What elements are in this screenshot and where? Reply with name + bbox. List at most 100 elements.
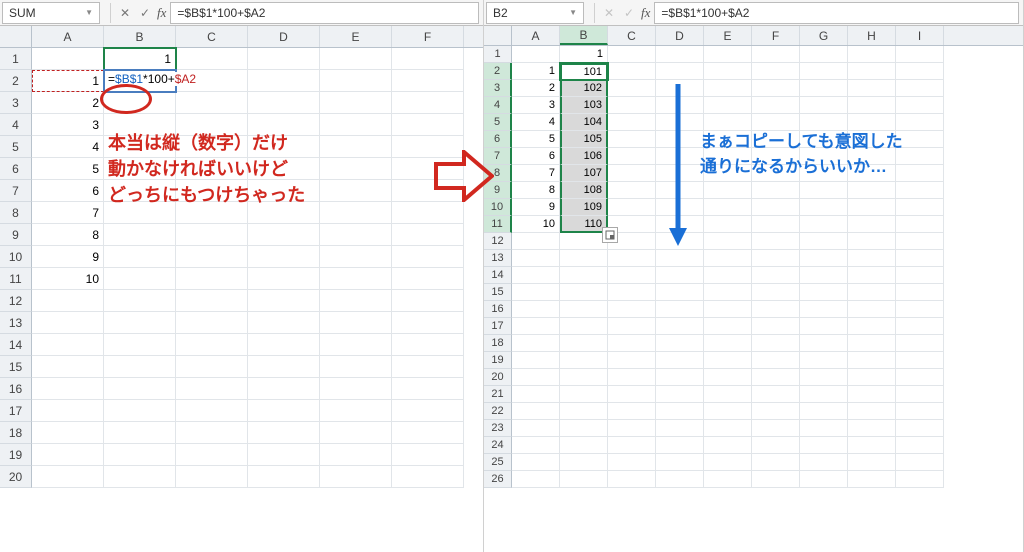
cell[interactable] [104, 246, 176, 268]
cell[interactable] [608, 63, 656, 80]
cell[interactable]: 1 [104, 48, 176, 70]
cell[interactable] [512, 437, 560, 454]
cell[interactable] [704, 284, 752, 301]
cell[interactable] [32, 422, 104, 444]
cell[interactable] [320, 202, 392, 224]
cell[interactable] [752, 420, 800, 437]
cell[interactable]: 3 [32, 114, 104, 136]
cell[interactable]: 102 [560, 80, 608, 97]
cell[interactable] [752, 80, 800, 97]
cell[interactable] [512, 471, 560, 488]
column-header[interactable]: F [752, 26, 800, 45]
cell[interactable] [656, 335, 704, 352]
cell[interactable]: 107 [560, 165, 608, 182]
cell[interactable]: 9 [512, 199, 560, 216]
cell[interactable] [32, 466, 104, 488]
cell[interactable] [752, 352, 800, 369]
cell[interactable] [560, 250, 608, 267]
cell[interactable] [560, 301, 608, 318]
cell[interactable] [848, 63, 896, 80]
cell[interactable] [848, 284, 896, 301]
cell[interactable] [704, 352, 752, 369]
row-header[interactable]: 17 [484, 318, 512, 335]
confirm-icon[interactable]: ✓ [135, 3, 155, 23]
cell[interactable] [320, 114, 392, 136]
cell[interactable] [752, 250, 800, 267]
cell[interactable]: 9 [32, 246, 104, 268]
cell[interactable] [800, 114, 848, 131]
cell[interactable] [608, 114, 656, 131]
cell[interactable] [104, 444, 176, 466]
cell[interactable] [656, 386, 704, 403]
cell[interactable] [32, 400, 104, 422]
cell[interactable] [608, 352, 656, 369]
cell[interactable] [608, 403, 656, 420]
column-header[interactable]: B [560, 26, 608, 45]
cell[interactable] [896, 420, 944, 437]
row-header[interactable]: 19 [484, 352, 512, 369]
cell[interactable] [896, 386, 944, 403]
cell[interactable] [104, 378, 176, 400]
cell[interactable] [248, 312, 320, 334]
cell[interactable] [800, 403, 848, 420]
cell[interactable] [896, 233, 944, 250]
cell[interactable] [104, 334, 176, 356]
cell[interactable] [656, 420, 704, 437]
row-header[interactable]: 3 [484, 80, 512, 97]
cell[interactable] [392, 422, 464, 444]
cell[interactable] [320, 246, 392, 268]
cell[interactable]: 6 [512, 148, 560, 165]
cell[interactable] [896, 216, 944, 233]
cell[interactable] [704, 420, 752, 437]
row-header[interactable]: 12 [484, 233, 512, 250]
cell[interactable] [848, 114, 896, 131]
cell[interactable] [176, 378, 248, 400]
cell[interactable] [608, 267, 656, 284]
cell[interactable] [560, 267, 608, 284]
cell[interactable] [320, 312, 392, 334]
cell[interactable] [704, 318, 752, 335]
cell[interactable] [896, 46, 944, 63]
cell[interactable] [656, 403, 704, 420]
row-header[interactable]: 19 [0, 444, 32, 466]
cell[interactable] [800, 386, 848, 403]
cell[interactable] [176, 92, 248, 114]
name-box-dropdown-icon[interactable]: ▼ [85, 8, 93, 17]
cell[interactable] [392, 378, 464, 400]
autofill-options-icon[interactable] [602, 227, 618, 243]
cell[interactable] [896, 284, 944, 301]
cell[interactable] [608, 46, 656, 63]
cell[interactable] [608, 80, 656, 97]
cell[interactable] [560, 437, 608, 454]
cell[interactable] [176, 312, 248, 334]
cell[interactable]: 109 [560, 199, 608, 216]
cell[interactable] [800, 216, 848, 233]
cell[interactable] [848, 301, 896, 318]
cell[interactable] [32, 444, 104, 466]
cell[interactable] [560, 318, 608, 335]
cell[interactable] [248, 378, 320, 400]
cell[interactable] [512, 335, 560, 352]
fx-icon[interactable]: fx [641, 5, 650, 21]
cell[interactable] [896, 114, 944, 131]
cell[interactable]: 4 [512, 114, 560, 131]
column-header[interactable]: F [392, 26, 464, 47]
row-header[interactable]: 15 [0, 356, 32, 378]
cell[interactable] [392, 202, 464, 224]
cell[interactable] [800, 182, 848, 199]
cell[interactable] [248, 444, 320, 466]
cell[interactable] [560, 233, 608, 250]
cell[interactable] [512, 386, 560, 403]
cell[interactable] [176, 466, 248, 488]
cell[interactable] [752, 335, 800, 352]
cell[interactable] [896, 267, 944, 284]
cell[interactable] [896, 97, 944, 114]
cell[interactable] [848, 267, 896, 284]
grid-left[interactable]: ABCDEF1121=$B$1*100+$A232435465768798109… [0, 26, 483, 552]
cell[interactable] [752, 318, 800, 335]
select-all-corner[interactable] [484, 26, 512, 45]
cell[interactable] [800, 335, 848, 352]
cell[interactable] [704, 454, 752, 471]
cell[interactable] [248, 70, 320, 92]
row-header[interactable]: 6 [0, 158, 32, 180]
